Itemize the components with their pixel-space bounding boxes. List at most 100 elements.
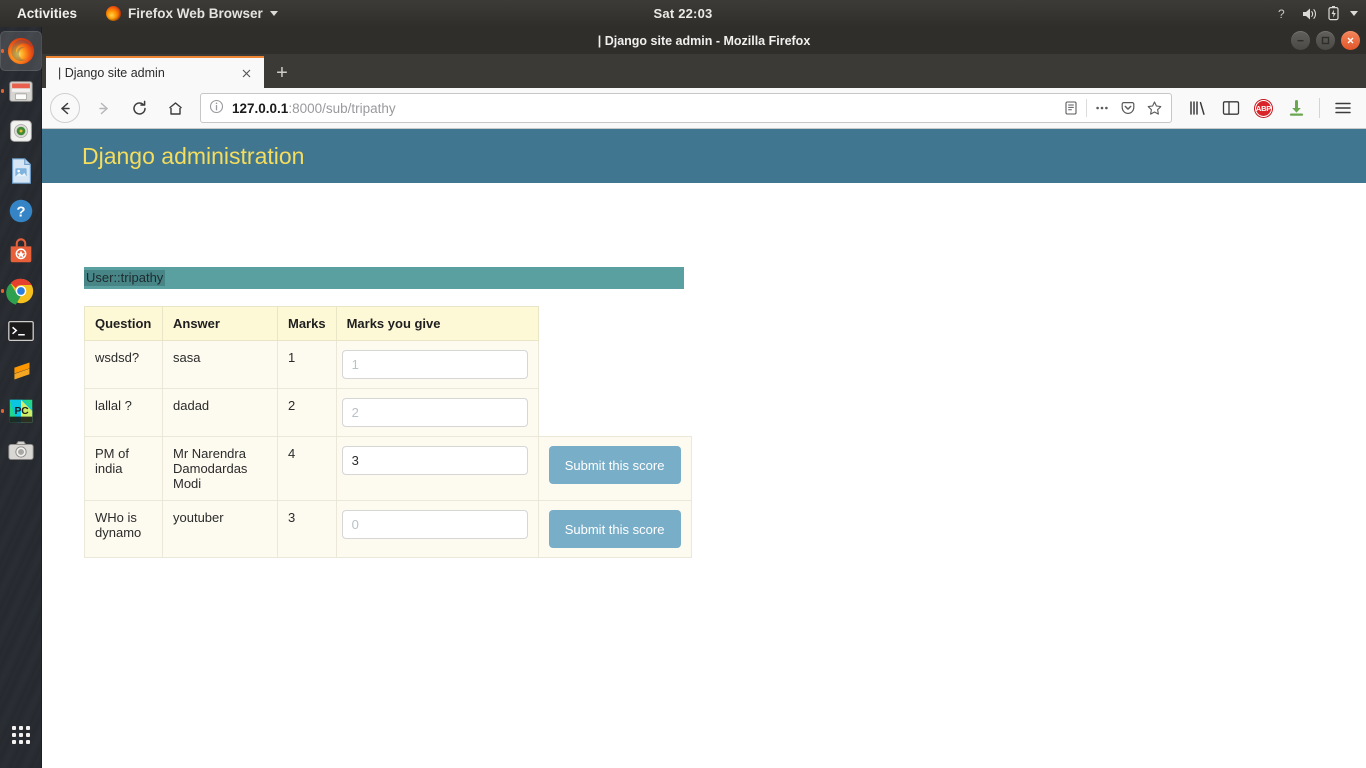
volume-icon[interactable] <box>1301 7 1317 21</box>
reload-button[interactable] <box>122 92 156 124</box>
column-header-question: Question <box>84 306 163 341</box>
sublime-text-icon <box>14 362 30 380</box>
adblock-plus-badge: ABP <box>1255 99 1272 117</box>
dock-item-help[interactable]: ? <box>0 191 42 231</box>
chrome-icon <box>6 278 34 305</box>
app-menu[interactable]: Firefox Web Browser <box>106 6 278 21</box>
dock-item-sublime-text[interactable] <box>0 351 42 391</box>
cell-marks: 1 <box>277 340 337 389</box>
web-page-content: Django administration User::tripathy Que… <box>42 129 1366 768</box>
dock-item-firefox[interactable] <box>0 31 42 71</box>
tab-title: | Django site admin <box>58 66 165 80</box>
column-header-marks-you-give: Marks you give <box>335 306 539 341</box>
downloads-icon[interactable] <box>1281 92 1312 124</box>
marks-input[interactable] <box>341 398 528 427</box>
cell-question: PM of india <box>84 436 163 501</box>
system-menu-chevron-icon[interactable] <box>1350 11 1358 16</box>
column-header-answer: Answer <box>162 306 278 341</box>
firefox-window: | Django site admin - Mozilla Firefox | … <box>42 27 1366 768</box>
django-admin-header: Django administration <box>42 129 1366 183</box>
help-icon: ? <box>9 199 33 223</box>
dock-item-screenshot[interactable] <box>0 431 42 471</box>
url-host: 127.0.0.1 <box>232 100 289 116</box>
app-menu-label: Firefox Web Browser <box>128 6 263 21</box>
cell-marks: 4 <box>277 436 337 501</box>
home-button[interactable] <box>158 92 192 124</box>
new-tab-button[interactable]: + <box>267 58 297 88</box>
dock-item-rhythmbox[interactable] <box>0 111 42 151</box>
cell-submit-empty <box>538 340 692 389</box>
cell-question: wsdsd? <box>84 340 163 389</box>
url-bar[interactable]: 127.0.0.1:8000/sub/tripathy <box>200 93 1172 123</box>
camera-icon <box>8 441 34 460</box>
page-actions-icon[interactable] <box>1089 95 1115 121</box>
ubuntu-top-bar: Activities Firefox Web Browser Sat 22:03… <box>0 0 1366 27</box>
adblock-plus-icon[interactable]: ABP <box>1248 92 1279 124</box>
svg-text:?: ? <box>16 204 25 221</box>
table-row: PM of india Mr Narendra Damodardas Modi … <box>84 436 692 501</box>
forward-button[interactable] <box>86 92 120 124</box>
terminal-icon <box>8 320 34 342</box>
minimize-button[interactable] <box>1291 31 1310 50</box>
sidebar-icon[interactable] <box>1215 92 1246 124</box>
maximize-button[interactable] <box>1316 31 1335 50</box>
submit-score-button[interactable]: Submit this score <box>548 510 681 548</box>
pocket-icon[interactable] <box>1115 95 1141 121</box>
close-button[interactable] <box>1341 31 1360 50</box>
grid-icon <box>12 726 30 744</box>
cell-marks-input <box>335 388 539 437</box>
cell-answer: Mr Narendra Damodardas Modi <box>162 436 278 501</box>
marks-input[interactable] <box>341 350 528 379</box>
show-applications-button[interactable] <box>0 718 42 752</box>
menu-icon[interactable] <box>1327 92 1358 124</box>
cell-marks-input <box>335 500 539 558</box>
pycharm-icon: PC <box>9 399 33 423</box>
accessibility-icon[interactable]: ? <box>1276 6 1290 21</box>
bookmark-star-icon[interactable] <box>1141 95 1167 121</box>
navigation-toolbar: 127.0.0.1:8000/sub/tripathy ABP <box>42 88 1366 129</box>
cell-marks-input <box>335 436 539 501</box>
system-tray[interactable]: ? <box>1276 6 1358 21</box>
cell-answer: dadad <box>162 388 278 437</box>
svg-text:PC: PC <box>14 406 29 417</box>
dock-item-terminal[interactable] <box>0 311 42 351</box>
submit-score-button[interactable]: Submit this score <box>548 446 681 484</box>
site-info-icon[interactable] <box>209 99 224 117</box>
window-titlebar: | Django site admin - Mozilla Firefox <box>42 27 1366 54</box>
tab-django-site-admin[interactable]: | Django site admin <box>46 56 264 88</box>
cell-answer: youtuber <box>162 500 278 558</box>
battery-icon[interactable] <box>1328 6 1339 21</box>
firefox-icon <box>7 37 35 65</box>
dock-item-ubuntu-software[interactable] <box>0 231 42 271</box>
dock-item-google-chrome[interactable] <box>0 271 42 311</box>
reader-view-icon[interactable] <box>1058 95 1084 121</box>
window-controls <box>1291 31 1360 50</box>
svg-text:?: ? <box>1278 7 1285 21</box>
cell-submit-empty <box>538 388 692 437</box>
back-button[interactable] <box>50 93 80 123</box>
table-row: lallal ? dadad 2 <box>84 388 692 437</box>
cell-marks: 3 <box>277 500 337 558</box>
table-header-row: Question Answer Marks Marks you give <box>84 306 692 341</box>
cell-submit: Submit this score <box>537 500 692 558</box>
url-text[interactable]: 127.0.0.1:8000/sub/tripathy <box>232 101 1058 116</box>
marks-input[interactable] <box>341 510 528 539</box>
marks-input[interactable] <box>341 446 528 475</box>
cell-question: lallal ? <box>84 388 163 437</box>
dock-item-files[interactable] <box>0 71 42 111</box>
chevron-down-icon <box>269 11 278 16</box>
url-path: :8000/sub/tripathy <box>288 100 396 116</box>
activities-button[interactable]: Activities <box>10 3 84 24</box>
scores-table: Question Answer Marks Marks you give wsd… <box>84 306 692 558</box>
tab-strip: | Django site admin + <box>42 54 1366 88</box>
dock-item-libreoffice-writer[interactable] <box>0 151 42 191</box>
user-banner-label: User::tripathy <box>84 270 166 286</box>
dock-item-pycharm[interactable]: PC <box>0 391 42 431</box>
user-banner: User::tripathy <box>84 267 684 289</box>
column-header-marks: Marks <box>277 306 337 341</box>
library-icon[interactable] <box>1182 92 1213 124</box>
page-title: Django administration <box>82 142 305 169</box>
cell-question: WHo is dynamo <box>84 500 163 558</box>
tab-close-icon[interactable] <box>237 64 256 83</box>
table-row: WHo is dynamo youtuber 3 Submit this sco… <box>84 500 692 558</box>
